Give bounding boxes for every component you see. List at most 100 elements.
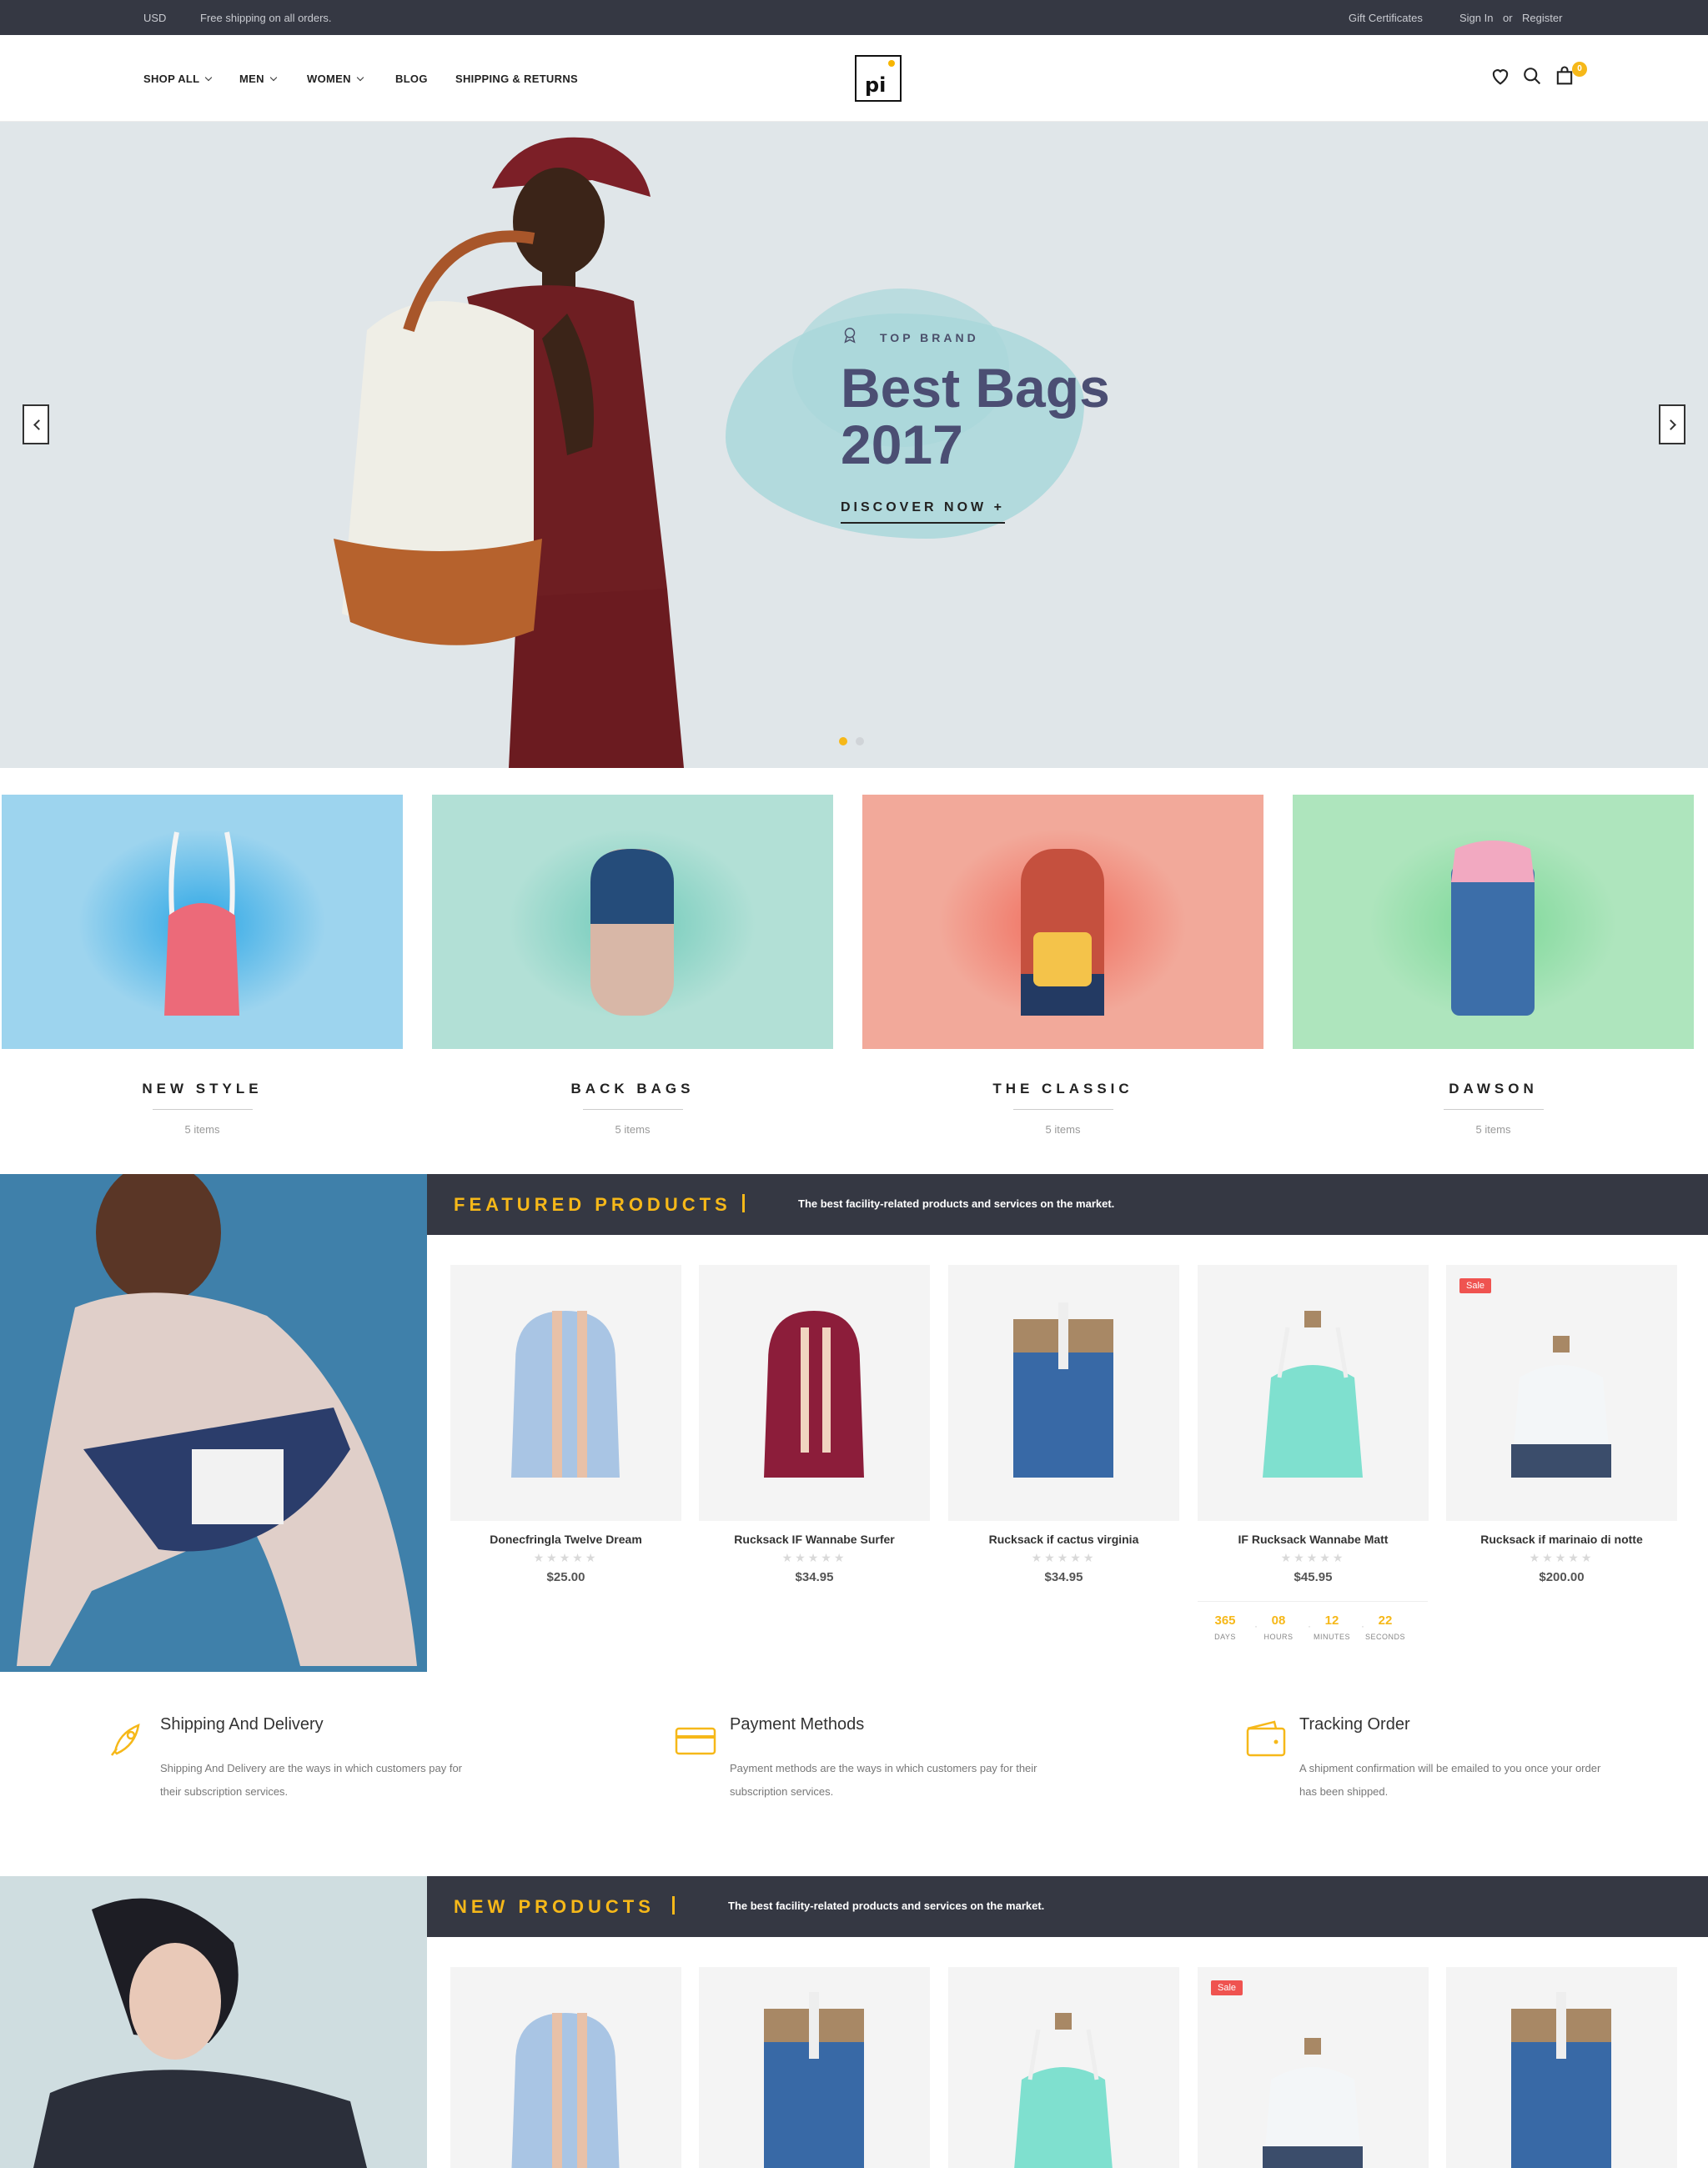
backpack-image — [590, 849, 674, 1016]
product-card[interactable]: Sale — [1198, 1967, 1429, 2168]
collection-name[interactable]: DAWSON — [1293, 1081, 1694, 1097]
slider-dot[interactable] — [856, 737, 864, 745]
product-card[interactable]: Rucksack if cactus virginia ★★★★★ $34.95 — [948, 1265, 1179, 1584]
collection-card[interactable]: DAWSON 5 items — [1293, 795, 1694, 1136]
rating-stars: ★★★★★ — [1280, 1551, 1346, 1564]
section-title: NEW PRODUCTS — [454, 1896, 655, 1917]
product-image[interactable] — [948, 1265, 1179, 1521]
credit-card-icon — [675, 1727, 716, 1755]
nav-shop-all[interactable]: SHOP ALL — [143, 73, 213, 85]
collection-image[interactable] — [862, 795, 1263, 1049]
collection-count: 5 items — [615, 1123, 651, 1136]
product-card[interactable] — [699, 1967, 930, 2168]
nav-label: SHIPPING & RETURNS — [455, 73, 578, 85]
product-image[interactable] — [450, 1967, 681, 2168]
product-image[interactable] — [699, 1967, 930, 2168]
new-products-side-photo — [0, 1876, 427, 2168]
product-image[interactable] — [1446, 1967, 1677, 2168]
section-separator — [672, 1896, 675, 1915]
slider-prev-button[interactable] — [23, 404, 49, 444]
model-photo — [33, 1898, 367, 2168]
product-image[interactable] — [948, 1967, 1179, 2168]
nav-women[interactable]: WOMEN — [307, 73, 364, 85]
collection-card[interactable]: NEW STYLE 5 items — [2, 795, 403, 1136]
countdown-hours: 08 HOURS — [1258, 1613, 1299, 1641]
logo-dot — [888, 60, 895, 67]
rating-stars: ★★★★★ — [1529, 1551, 1595, 1564]
product-image[interactable]: Sale — [1446, 1265, 1677, 1521]
sign-in-link[interactable]: Sign In — [1459, 12, 1493, 24]
product-card[interactable] — [948, 1967, 1179, 2168]
section-subtitle: The best facility-related products and s… — [798, 1197, 1115, 1210]
search-icon[interactable] — [1520, 64, 1544, 88]
backpack-image — [764, 1311, 864, 1478]
hero-title: Best Bags 2017 — [841, 357, 1110, 475]
site-logo[interactable]: pi — [855, 55, 902, 102]
nav-label: MEN — [239, 73, 264, 85]
backpack-image — [764, 1992, 864, 2168]
gift-certificates-link[interactable]: Gift Certificates — [1349, 12, 1423, 24]
nav-men[interactable]: MEN — [239, 73, 278, 85]
nav-shipping-returns[interactable]: SHIPPING & RETURNS — [455, 73, 578, 85]
register-link[interactable]: Register — [1522, 12, 1562, 24]
product-card[interactable] — [1446, 1967, 1677, 2168]
product-card[interactable] — [450, 1967, 681, 2168]
countdown-number: 365 — [1214, 1613, 1236, 1628]
chevron-down-icon — [205, 73, 213, 82]
product-image[interactable] — [699, 1265, 930, 1521]
product-image[interactable] — [450, 1265, 681, 1521]
product-image[interactable] — [1198, 1265, 1429, 1521]
countdown-days: 365 DAYS — [1204, 1613, 1246, 1641]
feature-description: Payment methods are the ways in which cu… — [730, 1762, 1037, 1798]
product-card[interactable]: Sale Rucksack if marinaio di notte ★★★★★… — [1446, 1265, 1677, 1584]
countdown-label: MINUTES — [1314, 1633, 1350, 1641]
section-separator — [742, 1194, 745, 1212]
product-card[interactable]: IF Rucksack Wannabe Matt ★★★★★ $45.95 — [1198, 1265, 1429, 1584]
slider-dot-active[interactable] — [839, 737, 847, 745]
backpack-image — [1511, 1992, 1611, 2168]
countdown-label: DAYS — [1214, 1633, 1236, 1641]
product-name[interactable]: IF Rucksack Wannabe Matt — [1198, 1533, 1429, 1546]
feature-description: Shipping And Delivery are the ways in wh… — [160, 1762, 463, 1798]
product-name[interactable]: Rucksack IF Wannabe Surfer — [699, 1533, 930, 1546]
product-price: $45.95 — [1294, 1570, 1333, 1584]
wallet-icon — [1246, 1720, 1286, 1757]
divider — [152, 1109, 253, 1110]
collection-card[interactable]: BACK BAGS 5 items — [432, 795, 833, 1136]
backpack-image — [164, 831, 239, 1016]
product-card[interactable]: Donecfringla Twelve Dream ★★★★★ $25.00 — [450, 1265, 681, 1584]
product-price: $25.00 — [546, 1570, 585, 1584]
backpack-image — [511, 1311, 620, 1478]
product-name[interactable]: Donecfringla Twelve Dream — [450, 1533, 681, 1546]
collection-name[interactable]: NEW STYLE — [2, 1081, 403, 1097]
divider — [582, 1109, 683, 1110]
currency-selector[interactable]: USD — [143, 12, 166, 24]
collection-card[interactable]: THE CLASSIC 5 items — [862, 795, 1263, 1136]
product-card[interactable]: Rucksack IF Wannabe Surfer ★★★★★ $34.95 — [699, 1265, 930, 1584]
logo-text: pi — [865, 73, 887, 97]
backpack-image — [1013, 1302, 1113, 1478]
product-image[interactable]: Sale — [1198, 1967, 1429, 2168]
product-name[interactable]: Rucksack if cactus virginia — [948, 1533, 1179, 1546]
discover-now-button[interactable]: DISCOVER NOW + — [841, 500, 1005, 524]
feature-title: Tracking Order — [1299, 1715, 1410, 1734]
heart-icon[interactable] — [1489, 64, 1512, 88]
model-photo — [17, 1174, 417, 1666]
collection-image[interactable] — [2, 795, 403, 1049]
countdown-seconds: 22 SECONDS — [1364, 1613, 1406, 1641]
collection-image[interactable] — [432, 795, 833, 1049]
nav-label: WOMEN — [307, 73, 351, 85]
backpack-image — [511, 2013, 620, 2168]
collection-name[interactable]: THE CLASSIC — [862, 1081, 1263, 1097]
slider-next-button[interactable] — [1659, 404, 1685, 444]
countdown-number: 12 — [1324, 1613, 1339, 1628]
divider — [1443, 1109, 1544, 1110]
product-name[interactable]: Rucksack if marinaio di notte — [1446, 1533, 1677, 1546]
hero-slider: TOP BRAND Best Bags 2017 DISCOVER NOW + — [0, 122, 1708, 768]
backpack-image — [1451, 841, 1535, 1016]
feature-description: A shipment confirmation will be emailed … — [1299, 1762, 1601, 1798]
collection-image[interactable] — [1293, 795, 1694, 1049]
nav-blog[interactable]: BLOG — [395, 73, 428, 85]
collection-name[interactable]: BACK BAGS — [432, 1081, 833, 1097]
feature-title: Shipping And Delivery — [160, 1715, 324, 1734]
